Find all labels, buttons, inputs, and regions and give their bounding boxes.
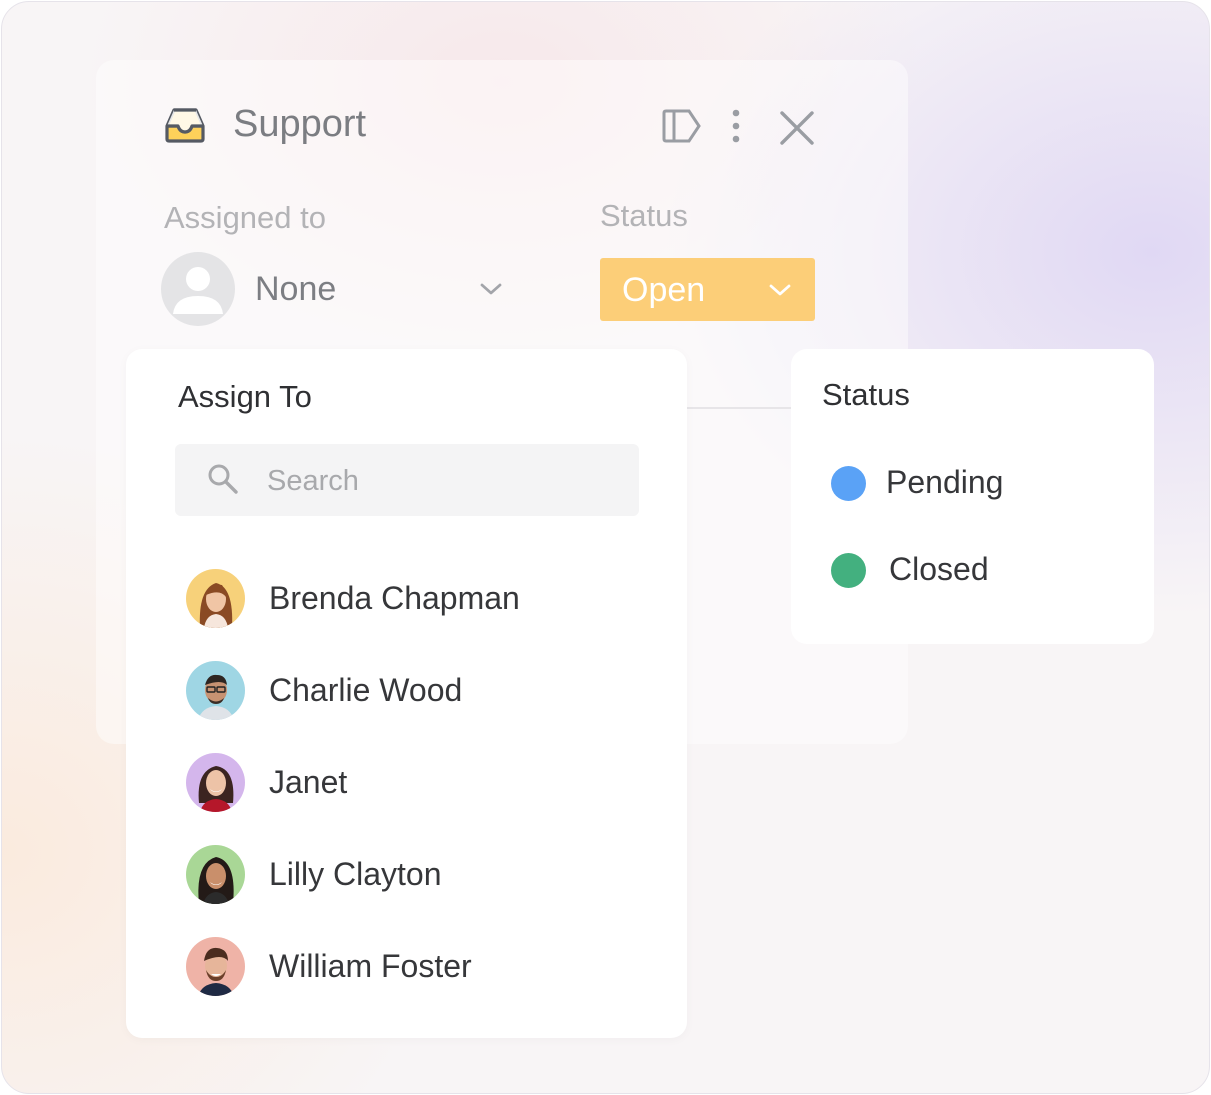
status-dot-blue	[831, 466, 866, 501]
chevron-down-icon[interactable]	[479, 281, 503, 297]
status-option-pending[interactable]: Pending	[831, 463, 1131, 503]
sidebar-toggle-icon[interactable]	[661, 108, 703, 144]
avatar	[186, 937, 245, 996]
person-name: Janet	[269, 764, 348, 800]
assigned-to-value[interactable]: None	[255, 269, 336, 309]
person-name: Lilly Clayton	[269, 856, 442, 892]
list-item-person[interactable]: Charlie Wood	[186, 661, 626, 721]
status-option-label: Pending	[886, 464, 1004, 500]
status-dropdown-title: Status	[822, 377, 910, 412]
more-vertical-icon[interactable]	[728, 108, 744, 146]
assign-to-dropdown: Assign To Search Brenda Chapman Charlie …	[126, 349, 687, 1038]
assign-to-title: Assign To	[178, 379, 312, 414]
avatar	[186, 845, 245, 904]
chevron-down-icon	[769, 284, 791, 296]
avatar-placeholder	[161, 252, 235, 326]
user-icon	[173, 267, 223, 314]
status-dropdown: Status Pending Closed	[791, 349, 1154, 644]
status-option-label: Closed	[889, 551, 989, 587]
search-icon	[208, 464, 238, 494]
list-item-person[interactable]: William Foster	[186, 937, 626, 997]
status-select[interactable]: Open	[600, 258, 815, 321]
search-placeholder: Search	[267, 465, 359, 497]
avatar	[186, 753, 245, 812]
list-item-person[interactable]: Lilly Clayton	[186, 845, 626, 905]
close-icon[interactable]	[779, 110, 815, 146]
list-item-person[interactable]: Janet	[186, 753, 626, 813]
panel-title: Support	[233, 103, 367, 145]
status-option-closed[interactable]: Closed	[831, 550, 1131, 590]
status-select-value: Open	[622, 271, 706, 309]
person-name: Brenda Chapman	[269, 580, 520, 616]
status-dot-green	[831, 553, 866, 588]
assigned-to-label: Assigned to	[164, 200, 326, 235]
app-frame: Support Assigned to None Status Open Ass…	[1, 1, 1210, 1094]
list-item-person[interactable]: Brenda Chapman	[186, 569, 626, 629]
search-input[interactable]: Search	[175, 444, 639, 516]
avatar	[186, 569, 245, 628]
status-label: Status	[600, 198, 688, 233]
person-name: William Foster	[269, 948, 472, 984]
avatar	[186, 661, 245, 720]
inbox-tray-icon	[165, 108, 205, 143]
person-name: Charlie Wood	[269, 672, 463, 708]
